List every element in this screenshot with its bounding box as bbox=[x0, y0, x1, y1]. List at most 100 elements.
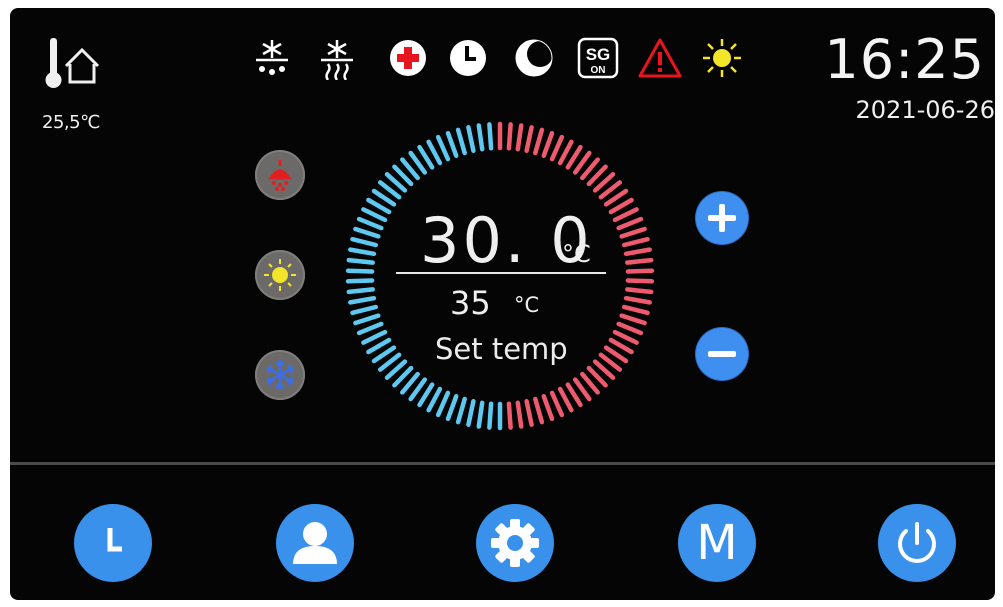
dial-tick bbox=[345, 268, 375, 274]
dial-tick bbox=[356, 321, 384, 336]
dial-tick bbox=[625, 268, 655, 274]
dial-tick bbox=[353, 313, 381, 326]
sg-label: SG bbox=[586, 45, 611, 64]
dial-tick bbox=[435, 390, 451, 418]
dial-tick bbox=[445, 130, 459, 158]
set-temperature-label: Set temp bbox=[435, 332, 568, 366]
dial-tick bbox=[435, 134, 451, 162]
indoor-temperature-value: 25,5℃ bbox=[42, 112, 100, 133]
dial-tick bbox=[557, 386, 574, 413]
dial-tick bbox=[346, 287, 375, 295]
dial-tick bbox=[549, 134, 565, 162]
dial-tick bbox=[623, 247, 652, 257]
hot-water-mode-icon bbox=[268, 160, 292, 191]
dial-tick bbox=[426, 386, 443, 413]
dial-tick bbox=[350, 236, 379, 248]
warning-triangle-icon bbox=[636, 36, 682, 80]
dial-tick bbox=[557, 139, 574, 166]
nav-timer-button[interactable] bbox=[74, 504, 152, 582]
user-icon bbox=[293, 522, 337, 564]
heating-mode-button[interactable] bbox=[255, 250, 305, 300]
defrost-heat-icon bbox=[315, 36, 359, 81]
sg-on-icon: SG ON bbox=[576, 36, 620, 80]
dial-tick bbox=[533, 127, 545, 156]
dial-divider bbox=[396, 272, 606, 274]
dial-tick bbox=[487, 122, 494, 151]
dial-tick bbox=[350, 304, 379, 316]
dial-tick bbox=[366, 197, 392, 215]
dial-tick bbox=[621, 304, 650, 316]
dial-tick bbox=[621, 236, 650, 248]
dial-tick bbox=[487, 401, 494, 430]
dial-tick bbox=[608, 197, 634, 215]
dial-tick bbox=[619, 226, 647, 239]
indoor-temperature-widget: 25,5℃ bbox=[30, 28, 120, 133]
set-temperature-unit: °C bbox=[514, 293, 540, 317]
clock-icon bbox=[107, 528, 122, 552]
dial-tick bbox=[426, 139, 443, 166]
dial-tick bbox=[515, 123, 524, 152]
clock-timer-icon bbox=[446, 36, 490, 80]
cooling-snowflake-mode-icon bbox=[266, 360, 294, 390]
dial-tick bbox=[619, 313, 647, 326]
dial-tick bbox=[616, 216, 644, 231]
thermostat-screen: 25,5℃ SG ON 16:25 2021-06-26 30. 0 °C 35… bbox=[10, 8, 995, 600]
nav-user-button[interactable] bbox=[276, 504, 354, 582]
dial-tick bbox=[506, 122, 513, 151]
moon-night-icon bbox=[512, 36, 556, 80]
set-temperature-value: 35 bbox=[450, 284, 491, 322]
dial-tick bbox=[612, 329, 639, 345]
dial-tick bbox=[623, 295, 652, 305]
dial-tick bbox=[515, 400, 524, 429]
indoor-thermometer-house-icon bbox=[45, 38, 100, 88]
status-icon-bar: SG ON bbox=[250, 36, 750, 86]
nav-power-button[interactable] bbox=[878, 504, 956, 582]
bottom-separator bbox=[10, 462, 995, 465]
dial-tick bbox=[345, 278, 375, 284]
mode-label: M bbox=[696, 515, 738, 571]
dial-tick bbox=[524, 125, 534, 154]
dial-tick bbox=[356, 216, 384, 231]
power-icon bbox=[898, 522, 936, 563]
dial-tick bbox=[612, 207, 639, 223]
defrost-drip-icon bbox=[250, 36, 294, 80]
gear-icon bbox=[491, 519, 539, 567]
increase-temperature-button[interactable] bbox=[696, 192, 748, 244]
medical-cross-icon bbox=[386, 36, 430, 80]
dial-tick bbox=[506, 401, 513, 430]
dial-tick bbox=[366, 337, 392, 355]
dial-tick bbox=[608, 337, 634, 355]
dial-tick bbox=[466, 398, 476, 427]
cooling-mode-button[interactable] bbox=[255, 350, 305, 400]
dial-tick bbox=[476, 123, 485, 152]
dial-tick bbox=[616, 321, 644, 336]
current-temperature-unit: °C bbox=[562, 240, 591, 268]
dial-tick bbox=[625, 287, 654, 295]
sg-on-label: ON bbox=[591, 65, 606, 76]
dial-tick bbox=[625, 257, 654, 265]
dial-tick bbox=[353, 226, 381, 239]
dial-tick bbox=[455, 396, 467, 425]
nav-mode-button[interactable]: M bbox=[678, 504, 756, 582]
dial-tick bbox=[361, 329, 388, 345]
dial-tick bbox=[549, 390, 565, 418]
dial-tick bbox=[346, 257, 375, 265]
hot-water-mode-button[interactable] bbox=[255, 150, 305, 200]
dial-tick bbox=[445, 394, 459, 422]
sun-icon bbox=[700, 36, 744, 80]
dial-tick bbox=[466, 125, 476, 154]
clock-date: 2021-06-26 bbox=[855, 96, 995, 124]
dial-tick bbox=[476, 400, 485, 429]
dial-tick bbox=[625, 278, 655, 284]
dial-tick bbox=[348, 247, 377, 257]
dial-tick bbox=[541, 130, 555, 158]
dial-tick bbox=[455, 127, 467, 156]
dial-tick bbox=[361, 207, 388, 223]
dial-tick bbox=[348, 295, 377, 305]
dial-tick bbox=[541, 394, 555, 422]
clock-time: 16:25 bbox=[824, 28, 985, 91]
heating-sun-mode-icon bbox=[264, 259, 296, 291]
decrease-temperature-button[interactable] bbox=[696, 328, 748, 380]
nav-settings-button[interactable] bbox=[476, 504, 554, 582]
dial-tick bbox=[524, 398, 534, 427]
